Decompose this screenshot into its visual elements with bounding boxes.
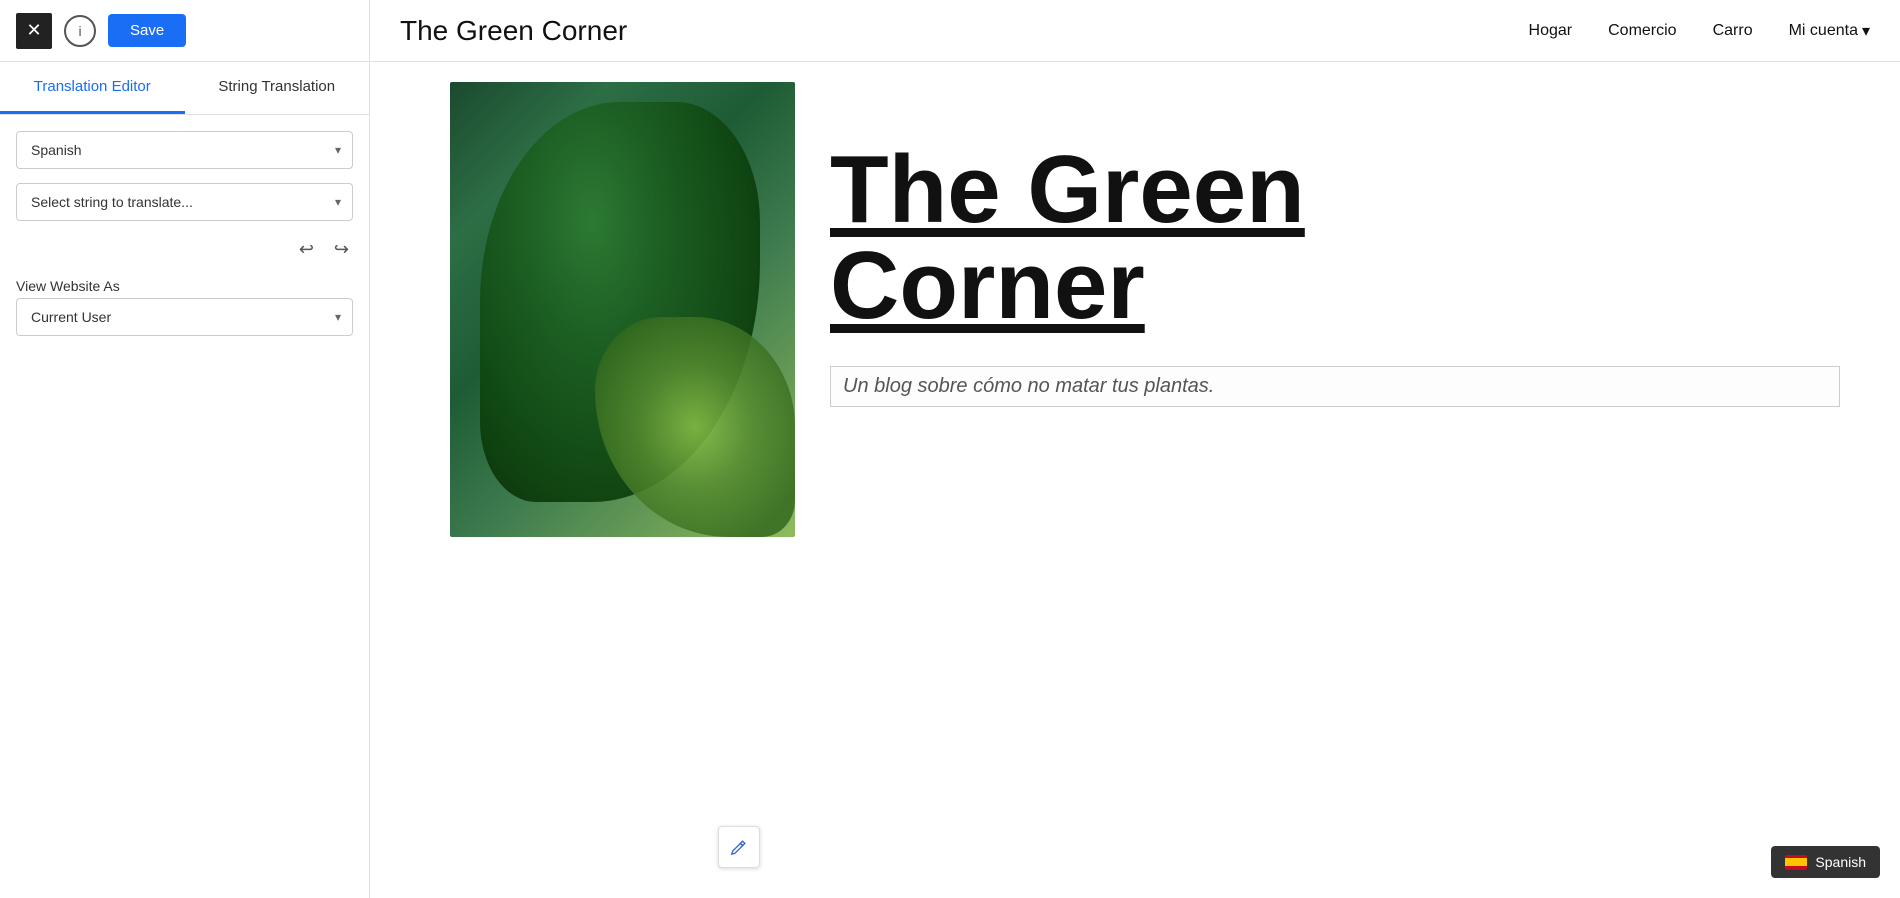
image-section: [370, 62, 790, 898]
tab-string-translation[interactable]: String Translation: [185, 62, 370, 114]
tabs: Translation Editor String Translation: [0, 62, 369, 115]
view-website-section: View Website As Current User Guest Admin…: [16, 278, 353, 336]
topbar-left: ✕ i Save: [0, 0, 370, 61]
pencil-icon: [730, 838, 748, 856]
save-button[interactable]: Save: [108, 14, 186, 47]
nav-mi-cuenta[interactable]: Mi cuenta ▾: [1789, 21, 1870, 41]
undo-button[interactable]: ↩: [295, 235, 318, 264]
site-title: The Green Corner: [400, 15, 627, 47]
preview-area: The GreenCorner Un blog sobre cómo no ma…: [370, 62, 1900, 898]
edit-image-button[interactable]: [718, 826, 760, 868]
text-section: The GreenCorner Un blog sobre cómo no ma…: [790, 62, 1900, 898]
sidebar-content: Spanish English French German ▾ Select s…: [0, 115, 369, 352]
close-button[interactable]: ✕: [16, 13, 52, 49]
hero-subtitle: Un blog sobre cómo no matar tus plantas.: [830, 366, 1840, 407]
nav-comercio[interactable]: Comercio: [1608, 22, 1676, 40]
string-select-wrapper: Select string to translate... ▾: [16, 183, 353, 221]
info-button[interactable]: i: [64, 15, 96, 47]
website-content: The GreenCorner Un blog sobre cómo no ma…: [370, 62, 1900, 898]
string-select[interactable]: Select string to translate...: [16, 183, 353, 221]
topbar-right: The Green Corner Hogar Comercio Carro Mi…: [370, 15, 1900, 47]
tab-translation-editor[interactable]: Translation Editor: [0, 62, 185, 114]
sidebar: Translation Editor String Translation Sp…: [0, 62, 370, 898]
view-as-select-wrapper: Current User Guest Administrator ▾: [16, 298, 353, 336]
hero-title: The GreenCorner: [830, 142, 1840, 334]
language-select[interactable]: Spanish English French German: [16, 131, 353, 169]
redo-button[interactable]: ↪: [330, 235, 353, 264]
dropdown-arrow-icon: ▾: [1862, 21, 1870, 41]
nav-links: Hogar Comercio Carro Mi cuenta ▾: [1529, 21, 1870, 41]
main-area: Translation Editor String Translation Sp…: [0, 62, 1900, 898]
language-badge-label: Spanish: [1815, 854, 1866, 870]
preview-inner: The GreenCorner Un blog sobre cómo no ma…: [370, 62, 1900, 898]
nav-hogar[interactable]: Hogar: [1529, 22, 1573, 40]
view-as-select[interactable]: Current User Guest Administrator: [16, 298, 353, 336]
undo-redo-bar: ↩ ↪: [16, 235, 353, 264]
language-select-wrapper: Spanish English French German ▾: [16, 131, 353, 169]
view-website-label: View Website As: [16, 278, 353, 294]
plant-image: [450, 82, 795, 537]
language-badge[interactable]: Spanish: [1771, 846, 1880, 878]
spanish-flag-icon: [1785, 855, 1807, 870]
nav-carro[interactable]: Carro: [1713, 22, 1753, 40]
topbar: ✕ i Save The Green Corner Hogar Comercio…: [0, 0, 1900, 62]
